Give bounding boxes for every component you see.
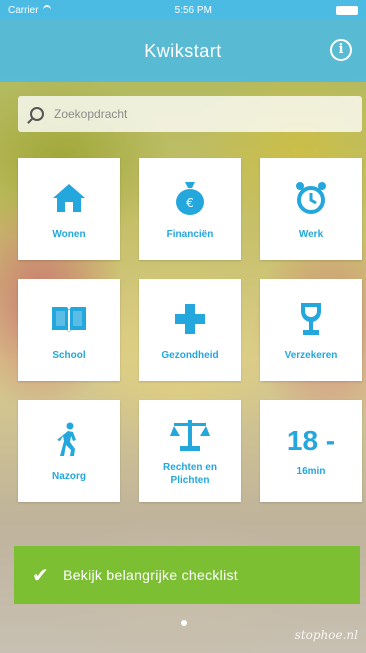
page-title: Kwikstart (144, 40, 222, 61)
info-button[interactable]: i (330, 39, 352, 61)
search-icon (30, 107, 44, 121)
trophy-icon (291, 299, 331, 339)
tile-label: Rechten en Plichten (163, 462, 217, 486)
walking-person-icon (49, 420, 89, 460)
tile-financien[interactable]: € Financiën (139, 158, 241, 260)
tile-label: Nazorg (52, 470, 86, 482)
tile-school[interactable]: School (18, 279, 120, 381)
carrier-label: Carrier (8, 4, 39, 16)
tile-label: Gezondheid (161, 349, 219, 361)
tile-verzekeren[interactable]: Verzekeren (260, 279, 362, 381)
wifi-icon (42, 5, 51, 15)
tile-rechten-en-plichten[interactable]: Rechten en Plichten (139, 400, 241, 502)
medical-cross-icon (170, 299, 210, 339)
tile-18-min[interactable]: 18 - 16min (260, 400, 362, 502)
battery-icon (336, 5, 358, 15)
tile-number: 18 - (286, 424, 336, 456)
alarm-clock-icon (291, 178, 331, 218)
checklist-button[interactable]: ✔ Bekijk belangrijke checklist (14, 546, 360, 604)
status-time: 5:56 PM (174, 4, 212, 16)
scales-icon (170, 415, 210, 455)
tile-werk[interactable]: Werk (260, 158, 362, 260)
svg-text:€: € (186, 196, 194, 210)
watermark: stophoe.nl (294, 628, 358, 642)
tile-label: Financiën (166, 228, 214, 240)
house-icon (49, 178, 89, 218)
status-bar: Carrier 5:56 PM (0, 0, 366, 20)
search-input[interactable]: Zoekopdracht (18, 96, 362, 132)
tile-label: School (52, 349, 86, 361)
tile-wonen[interactable]: Wonen (18, 158, 120, 260)
open-book-icon (49, 299, 89, 339)
checkmark-icon: ✔ (32, 564, 50, 587)
tile-label: Wonen (52, 228, 86, 240)
checklist-label: Bekijk belangrijke checklist (63, 567, 238, 583)
search-placeholder: Zoekopdracht (54, 107, 128, 121)
tile-gezondheid[interactable]: Gezondheid (139, 279, 241, 381)
page-indicator (181, 620, 187, 626)
tile-label: Werk (298, 228, 324, 240)
tile-label: Verzekeren (284, 349, 338, 361)
tile-nazorg[interactable]: Nazorg (18, 400, 120, 502)
navigation-bar: Kwikstart i (0, 20, 366, 82)
tile-label: 16min (296, 465, 326, 477)
money-bag-icon: € (170, 178, 210, 218)
